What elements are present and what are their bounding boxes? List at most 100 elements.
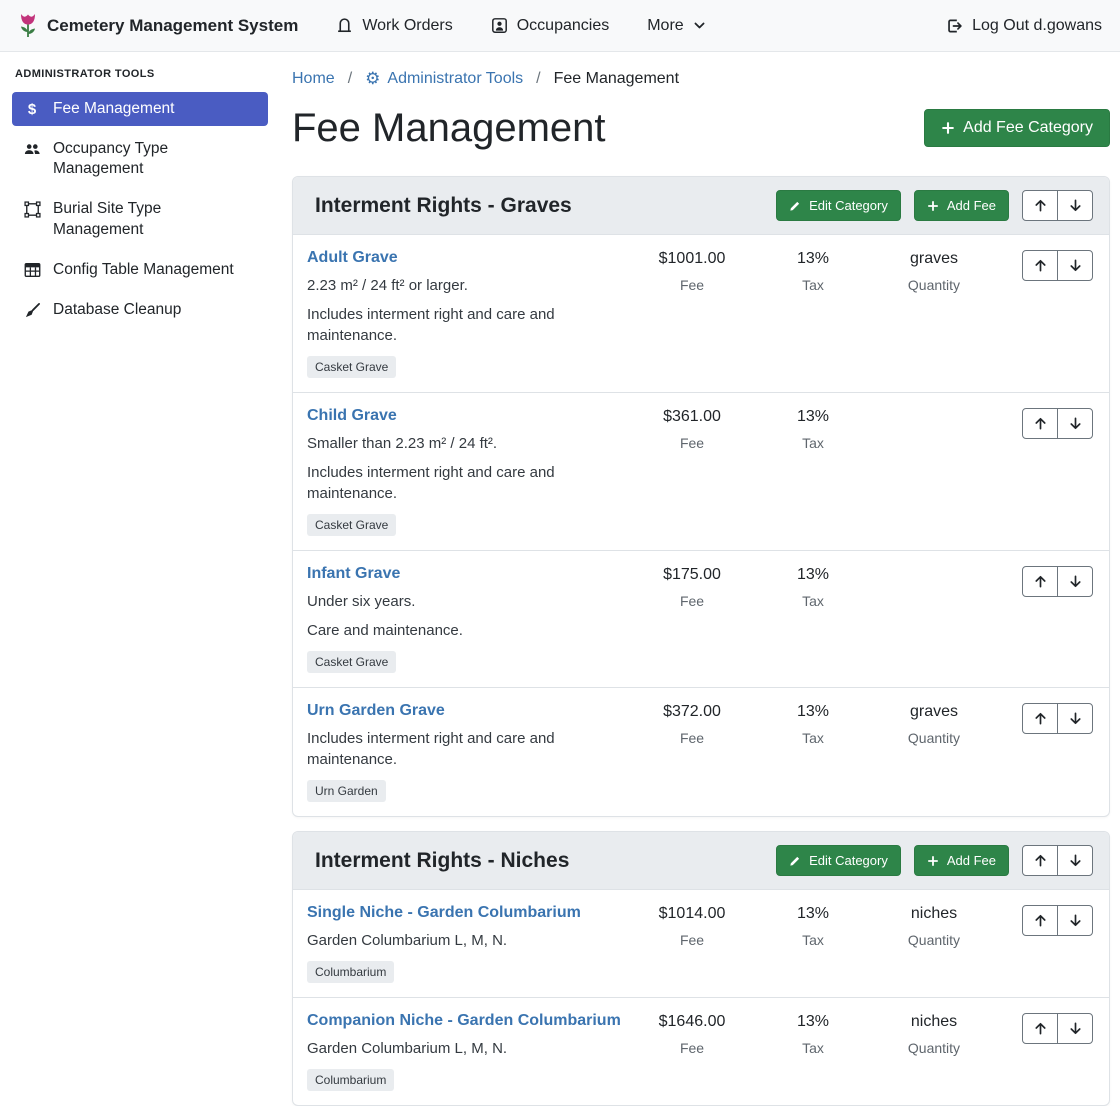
fee-tax-label: Tax	[767, 435, 859, 451]
dollar-icon: $	[22, 101, 42, 117]
fee-row: Companion Niche - Garden Columbarium Gar…	[293, 997, 1109, 1105]
fee-type-badge: Columbarium	[307, 961, 394, 983]
move-category-down-button[interactable]	[1057, 190, 1093, 221]
move-fee-down-button[interactable]	[1057, 703, 1093, 734]
fee-description: Includes interment right and care and ma…	[307, 304, 625, 346]
nav-more-label: More	[647, 17, 683, 35]
add-fee-button[interactable]: Add Fee	[914, 190, 1009, 221]
fee-name-link[interactable]: Urn Garden Grave	[307, 702, 445, 720]
breadcrumb-home-link[interactable]: Home	[292, 70, 335, 88]
fee-quantity-label: Quantity	[875, 1040, 993, 1056]
fee-description: Garden Columbarium L, M, N.	[307, 1038, 625, 1059]
nav-occupancies-label: Occupancies	[517, 17, 610, 35]
fee-tax-column: 13% Tax	[767, 249, 859, 378]
logout-button[interactable]: Log Out d.gowans	[945, 17, 1102, 35]
fee-tax: 13%	[767, 905, 859, 923]
edit-category-button[interactable]: Edit Category	[776, 845, 901, 876]
fee-amount-column: $175.00 Fee	[633, 565, 751, 673]
fee-name-link[interactable]: Adult Grave	[307, 249, 398, 267]
fee-tax-label: Tax	[767, 932, 859, 948]
sidebar-section-title: ADMINISTRATOR TOOLS	[15, 68, 268, 80]
sidebar-item-occupancy-type-management[interactable]: Occupancy Type Management	[12, 132, 268, 186]
broom-icon	[22, 302, 42, 319]
breadcrumb-current: Fee Management	[554, 70, 679, 88]
plus-icon	[927, 855, 939, 867]
gear-icon: ⚙	[365, 71, 380, 88]
edit-category-button[interactable]: Edit Category	[776, 190, 901, 221]
move-fee-up-button[interactable]	[1022, 408, 1058, 439]
breadcrumb-separator: /	[348, 70, 352, 88]
category-title: Interment Rights - Graves	[315, 194, 776, 218]
main-content: Home / ⚙ Administrator Tools / Fee Manag…	[280, 52, 1120, 939]
move-fee-up-button[interactable]	[1022, 905, 1058, 936]
fee-quantity: niches	[875, 905, 993, 923]
sidebar-item-config-table-management[interactable]: Config Table Management	[12, 253, 268, 287]
move-fee-down-button[interactable]	[1057, 905, 1093, 936]
fee-reorder-group	[1022, 703, 1093, 734]
move-fee-up-button[interactable]	[1022, 1013, 1058, 1044]
move-fee-up-button[interactable]	[1022, 566, 1058, 597]
fee-amount: $1001.00	[633, 250, 751, 268]
move-category-up-button[interactable]	[1022, 190, 1058, 221]
breadcrumb-admin-tools-label: Administrator Tools	[387, 70, 523, 88]
fee-quantity-column: graves Quantity	[875, 249, 993, 378]
fee-name-link[interactable]: Single Niche - Garden Columbarium	[307, 904, 581, 922]
sidebar-item-database-cleanup[interactable]: Database Cleanup	[12, 293, 268, 327]
fee-tax-label: Tax	[767, 277, 859, 293]
move-fee-down-button[interactable]	[1057, 250, 1093, 281]
nav-work-orders[interactable]: Work Orders	[336, 17, 452, 35]
sidebar-item-burial-site-type-management[interactable]: Burial Site Type Management	[12, 192, 268, 246]
add-fee-label: Add Fee	[947, 853, 996, 868]
add-fee-button[interactable]: Add Fee	[914, 845, 1009, 876]
fee-quantity: niches	[875, 1013, 993, 1031]
fee-quantity: graves	[875, 703, 993, 721]
add-fee-category-button[interactable]: Add Fee Category	[924, 109, 1110, 147]
fee-row: Infant Grave Under six years. Care and m…	[293, 550, 1109, 687]
fee-description: Includes interment right and care and ma…	[307, 728, 625, 770]
breadcrumb-admin-tools-link[interactable]: ⚙ Administrator Tools	[365, 70, 523, 88]
move-fee-down-button[interactable]	[1057, 408, 1093, 439]
fee-amount-label: Fee	[633, 932, 751, 948]
sidebar-item-label: Database Cleanup	[53, 300, 181, 320]
move-category-down-button[interactable]	[1057, 845, 1093, 876]
fee-name-link[interactable]: Companion Niche - Garden Columbarium	[307, 1012, 621, 1030]
fee-description: Under six years.	[307, 591, 625, 612]
category-reorder-group	[1022, 190, 1093, 221]
fee-tax: 13%	[767, 408, 859, 426]
fee-tax: 13%	[767, 1013, 859, 1031]
move-fee-up-button[interactable]	[1022, 250, 1058, 281]
nav-more[interactable]: More	[647, 17, 705, 35]
move-category-up-button[interactable]	[1022, 845, 1058, 876]
fee-quantity: graves	[875, 250, 993, 268]
fee-amount-label: Fee	[633, 593, 751, 609]
fee-type-badge: Columbarium	[307, 1069, 394, 1091]
fee-amount-column: $372.00 Fee	[633, 702, 751, 802]
move-fee-down-button[interactable]	[1057, 1013, 1093, 1044]
fee-description: Smaller than 2.23 m² / 24 ft².	[307, 433, 625, 454]
vector-square-icon	[22, 201, 42, 218]
top-navbar: Cemetery Management System Work Orders O…	[0, 0, 1120, 52]
fee-tax: 13%	[767, 566, 859, 584]
person-frame-icon	[491, 17, 508, 34]
fee-quantity-column: niches Quantity	[875, 1012, 993, 1091]
fee-name-link[interactable]: Infant Grave	[307, 565, 400, 583]
move-fee-up-button[interactable]	[1022, 703, 1058, 734]
move-fee-down-button[interactable]	[1057, 566, 1093, 597]
sidebar-item-fee-management[interactable]: $ Fee Management	[12, 92, 268, 126]
tulip-logo-icon	[18, 13, 38, 39]
fee-quantity-label: Quantity	[875, 277, 993, 293]
app-brand[interactable]: Cemetery Management System	[18, 13, 298, 39]
page-title: Fee Management	[292, 104, 606, 152]
fee-name-link[interactable]: Child Grave	[307, 407, 397, 425]
fee-tax-column: 13% Tax	[767, 904, 859, 983]
fee-quantity-column	[875, 407, 993, 536]
category-card-niches: Interment Rights - Niches Edit Category …	[292, 831, 1110, 1106]
nav-occupancies[interactable]: Occupancies	[491, 17, 610, 35]
fee-tax-column: 13% Tax	[767, 407, 859, 536]
breadcrumb: Home / ⚙ Administrator Tools / Fee Manag…	[292, 70, 1110, 88]
sidebar-item-label: Config Table Management	[53, 260, 234, 280]
fee-row: Adult Grave 2.23 m² / 24 ft² or larger. …	[293, 234, 1109, 392]
fee-tax-column: 13% Tax	[767, 702, 859, 802]
fee-amount-column: $1014.00 Fee	[633, 904, 751, 983]
fee-amount-label: Fee	[633, 730, 751, 746]
